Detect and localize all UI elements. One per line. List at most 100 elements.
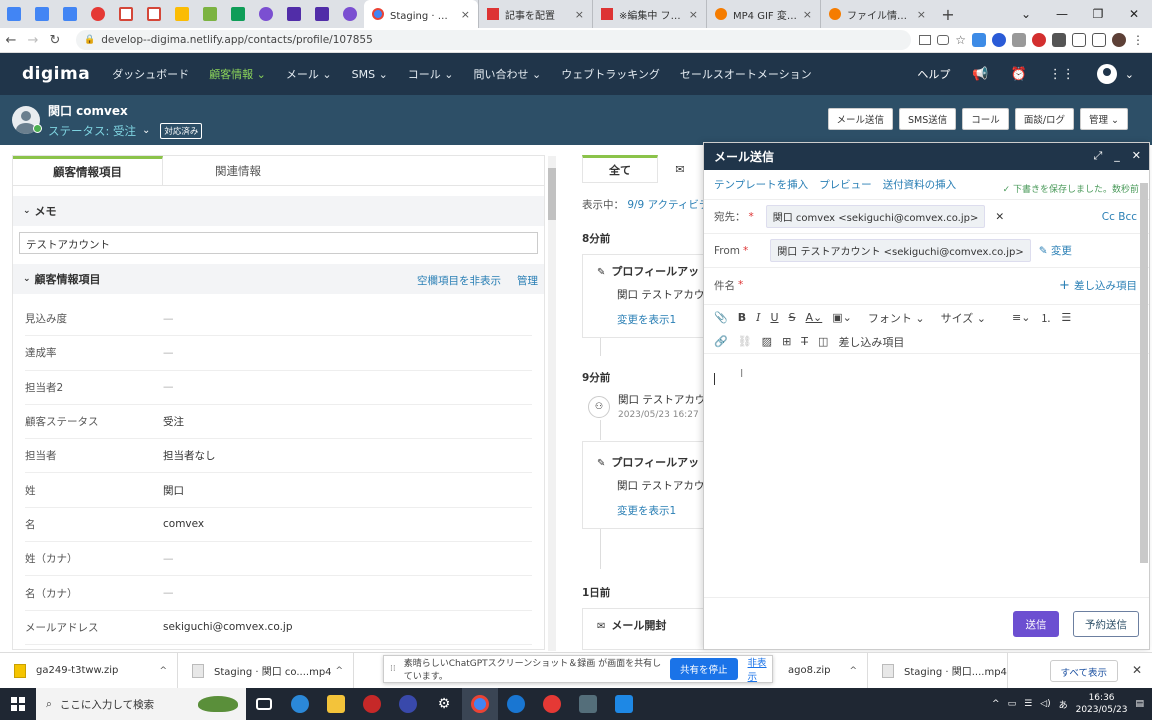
- drag-handle-icon[interactable]: ⁞⁞: [390, 664, 396, 674]
- nav-dashboard[interactable]: ダッシュボード: [112, 66, 189, 82]
- nav-customers[interactable]: 顧客情報 ⌄: [209, 66, 266, 82]
- network-icon[interactable]: ▭: [1008, 699, 1017, 709]
- close-icon[interactable]: ×: [803, 8, 812, 21]
- chevron-up-icon[interactable]: ^: [992, 699, 1000, 709]
- extension-icon[interactable]: [1032, 33, 1046, 47]
- mail-icon[interactable]: [606, 688, 642, 720]
- align-icon[interactable]: ≡⌄: [1012, 311, 1030, 324]
- profile-icon[interactable]: [1112, 33, 1126, 47]
- meeting-log-button[interactable]: 面談/ログ: [1014, 108, 1075, 130]
- download-item[interactable]: ga249-t3tww.zip ^: [0, 652, 178, 689]
- manage-link[interactable]: 管理: [517, 273, 538, 288]
- volume-icon[interactable]: ◁): [1040, 699, 1050, 709]
- tab-customer-info[interactable]: 顧客情報項目: [13, 156, 163, 185]
- nav-web-tracking[interactable]: ウェブトラッキング: [561, 66, 660, 82]
- chevron-up-icon[interactable]: ^: [335, 666, 343, 676]
- digima-logo[interactable]: digima: [22, 64, 90, 84]
- recipient-chip[interactable]: 関口 comvex <sekiguchi@comvex.co.jp>: [765, 205, 986, 228]
- pinned-tab-drive[interactable]: [168, 0, 196, 28]
- back-icon[interactable]: ←: [0, 33, 22, 48]
- send-sms-button[interactable]: SMS送信: [899, 108, 957, 130]
- help-link[interactable]: ヘルプ: [917, 66, 950, 82]
- pinned-tab-docs[interactable]: [0, 0, 28, 28]
- nav-call[interactable]: コール ⌄: [408, 66, 454, 82]
- file-explorer-icon[interactable]: [318, 688, 354, 720]
- show-changes-link[interactable]: 変更を表示1: [583, 302, 721, 327]
- pinned-tab-docs-2[interactable]: [28, 0, 56, 28]
- taskbar-search[interactable]: ⌕ ここに入力して検索: [36, 688, 246, 720]
- chevron-up-icon[interactable]: ^: [159, 666, 167, 676]
- download-item[interactable]: Staging · 関口 co....mp4 ^: [178, 652, 354, 689]
- unlink-icon[interactable]: ⛓: [738, 335, 752, 348]
- pinned-tab-sheets[interactable]: [224, 0, 252, 28]
- mail-body-editor[interactable]: I: [704, 361, 1140, 601]
- font-color-icon[interactable]: A⌄: [806, 311, 823, 324]
- merge-field-link[interactable]: + 差し込み項目: [1059, 278, 1137, 293]
- tab-search-icon[interactable]: ⌄: [1008, 0, 1044, 28]
- puzzle-icon[interactable]: [1052, 33, 1066, 47]
- url-field[interactable]: 🔒 develop--digima.netlify.app/contacts/p…: [76, 30, 912, 50]
- app-icon[interactable]: [534, 688, 570, 720]
- pinned-tab-gmail-2[interactable]: [140, 0, 168, 28]
- pinned-tab-digima-2[interactable]: [336, 0, 364, 28]
- left-scrollbar[interactable]: [548, 156, 556, 651]
- system-clock[interactable]: 16:36 2023/05/23: [1076, 692, 1128, 716]
- activity-filter-link[interactable]: 9/9 アクティビテ: [627, 199, 709, 211]
- memo-field[interactable]: テストアカウント: [19, 232, 538, 254]
- wifi-icon[interactable]: ☰: [1024, 699, 1032, 709]
- insert-template-link[interactable]: テンプレートを挿入: [714, 177, 808, 192]
- settings-icon[interactable]: ⚙: [426, 688, 462, 720]
- browser-tab-3[interactable]: ※編集中 ファイ ×: [592, 0, 706, 28]
- close-icon[interactable]: ×: [917, 8, 926, 21]
- close-window-icon[interactable]: ✕: [1116, 0, 1152, 28]
- send-mail-button[interactable]: メール送信: [827, 108, 894, 130]
- megaphone-icon[interactable]: 📢: [972, 67, 988, 82]
- change-from-link[interactable]: ✎ 変更: [1039, 243, 1072, 258]
- fields-section-header[interactable]: ⌄ 顧客情報項目 空欄項目を非表示 管理: [13, 264, 544, 294]
- source-icon[interactable]: ◫: [818, 335, 828, 348]
- windows-start-icon[interactable]: [0, 688, 36, 720]
- pinned-tab-gmail[interactable]: [112, 0, 140, 28]
- share-icon[interactable]: [937, 35, 950, 45]
- send-button[interactable]: 送信: [1013, 611, 1059, 637]
- mail-icon[interactable]: ✉: [658, 155, 702, 183]
- pinned-tab-app-2[interactable]: [196, 0, 224, 28]
- preview-link[interactable]: プレビュー: [819, 177, 872, 192]
- pinned-tab-app-4[interactable]: [308, 0, 336, 28]
- schedule-send-button[interactable]: 予約送信: [1073, 611, 1139, 637]
- tab-related-info[interactable]: 関連情報: [163, 156, 313, 185]
- bold-icon[interactable]: B: [738, 311, 746, 324]
- link-icon[interactable]: 🔗: [714, 335, 728, 348]
- edge-icon[interactable]: [282, 688, 318, 720]
- image-icon[interactable]: ▨: [762, 335, 772, 348]
- expand-icon[interactable]: ⤢: [1093, 149, 1102, 163]
- cc-bcc-link[interactable]: Cc Bcc: [1102, 211, 1137, 223]
- outlook-icon[interactable]: [498, 688, 534, 720]
- merge-field-button[interactable]: 差し込み項目: [838, 334, 904, 350]
- insert-document-link[interactable]: 送付資料の挿入: [883, 177, 957, 192]
- nav-sms[interactable]: SMS ⌄: [352, 68, 388, 81]
- hide-button[interactable]: 非表示: [748, 655, 772, 683]
- strikethrough-icon[interactable]: S: [789, 311, 796, 324]
- menu-icon[interactable]: ⋮: [1132, 33, 1144, 47]
- close-icon[interactable]: ×: [461, 8, 470, 21]
- font-select[interactable]: フォント ⌄: [868, 310, 925, 326]
- app-icon[interactable]: [570, 688, 606, 720]
- scrollbar-thumb[interactable]: [1140, 183, 1148, 563]
- minimize-icon[interactable]: _: [1114, 149, 1120, 163]
- new-tab-button[interactable]: +: [934, 0, 962, 28]
- bullet-list-icon[interactable]: ☰: [1061, 311, 1071, 324]
- underline-icon[interactable]: U: [770, 311, 778, 324]
- minimize-icon[interactable]: —: [1044, 0, 1080, 28]
- browser-tab-2[interactable]: 記事を配置 ×: [478, 0, 592, 28]
- show-all-button[interactable]: すべて表示: [1049, 660, 1118, 682]
- pinned-tab-docs-3[interactable]: [56, 0, 84, 28]
- app-icon[interactable]: [354, 688, 390, 720]
- italic-icon[interactable]: I: [756, 311, 760, 324]
- browser-tab-5[interactable]: ファイル情報 - ファ ×: [820, 0, 934, 28]
- highlight-icon[interactable]: ▣⌄: [832, 311, 852, 324]
- memo-section-header[interactable]: ⌄ メモ: [13, 196, 544, 226]
- download-icon[interactable]: [919, 35, 932, 45]
- table-icon[interactable]: ⊞: [782, 335, 791, 348]
- nav-mail[interactable]: メール ⌄: [286, 66, 332, 82]
